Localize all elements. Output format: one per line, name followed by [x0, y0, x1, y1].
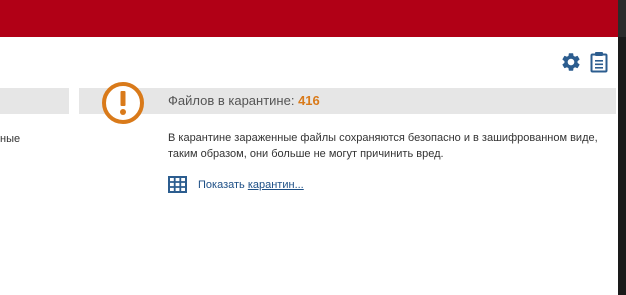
exclamation-circle-icon: [102, 82, 144, 124]
app-header-bar: [0, 0, 618, 37]
quarantine-count: 416: [298, 93, 320, 108]
quarantine-header-band: [79, 88, 616, 114]
clipboard-icon: [590, 52, 608, 73]
window-edge-top: [618, 0, 626, 37]
show-quarantine-underlined: карантин...: [247, 178, 304, 191]
show-quarantine-prefix: Показать: [198, 178, 248, 191]
show-quarantine-label[interactable]: Показать карантин...: [198, 179, 304, 191]
left-panel-text: ные: [0, 133, 21, 145]
quarantine-title-label: Файлов в карантине:: [168, 93, 299, 108]
report-button[interactable]: [588, 50, 610, 74]
grid-icon: [168, 176, 187, 193]
show-quarantine-link[interactable]: Показать карантин...: [168, 176, 304, 193]
window-edge: [618, 0, 626, 295]
quarantine-description: В карантине зараженные файлы сохраняются…: [168, 132, 598, 160]
gear-icon: [562, 53, 580, 71]
settings-button[interactable]: [560, 51, 582, 73]
left-panel-header: [0, 88, 69, 114]
quarantine-title: Файлов в карантине: 416: [168, 93, 320, 108]
